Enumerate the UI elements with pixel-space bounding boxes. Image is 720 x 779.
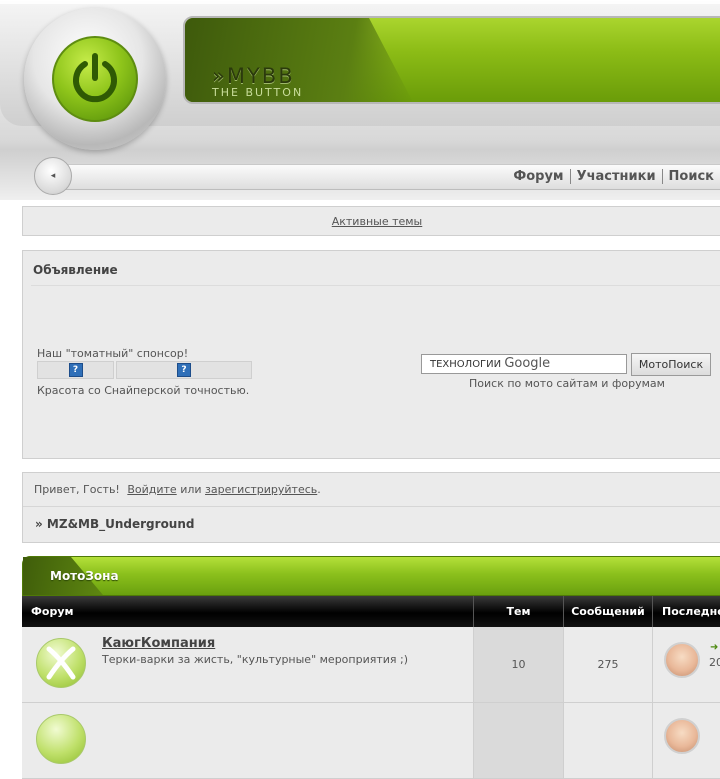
go-to-post-icon[interactable]: ➜	[710, 642, 718, 653]
column-forum: Форум	[22, 596, 474, 627]
category-title[interactable]: МотоЗона	[50, 569, 119, 583]
column-last-post: Последне	[662, 605, 720, 618]
last-post-cell: ➜ 20	[653, 627, 720, 702]
forum-name-link[interactable]: КаюгКомпания	[102, 636, 215, 651]
avatar[interactable]	[664, 642, 700, 678]
forum-cell: КаюгКомпания Терки-варки за жисть, "куль…	[22, 627, 474, 702]
forum-topics-count: 10	[474, 627, 564, 702]
table-row	[22, 703, 720, 779]
column-posts: Сообщений	[564, 596, 653, 627]
breadcrumb[interactable]: » MZ&MB_Underground	[35, 517, 195, 531]
register-link[interactable]: зарегистрируйтесь	[205, 483, 317, 496]
brand-banner: »MYBB THE BUTTON	[183, 16, 720, 104]
active-topics-link[interactable]: Активные темы	[332, 215, 423, 228]
end-period: .	[317, 483, 321, 496]
announcement-panel: Объявление Наш "томатный" спонсор! ? ? К…	[22, 250, 720, 459]
forum-posts-count: 275	[564, 627, 653, 702]
google-logo: Google	[504, 356, 551, 371]
sponsor-text: Наш "томатный" спонсор!	[37, 347, 189, 360]
power-icon[interactable]	[52, 36, 138, 122]
forum-status-icon	[36, 638, 86, 688]
nav-item-members[interactable]: Участники	[571, 169, 662, 184]
forum-posts-count	[564, 703, 653, 778]
forum-description: Терки-варки за жисть, "культурные" мероп…	[102, 653, 409, 666]
active-topics-panel: Активные темы	[22, 206, 720, 236]
brand-logo-title: »MYBB	[212, 64, 295, 88]
sponsor-banner-2[interactable]: ?	[116, 361, 252, 379]
announcement-divider	[31, 285, 720, 286]
moto-search-button[interactable]: МотоПоиск	[631, 353, 711, 376]
or-text: или	[180, 483, 202, 496]
column-topics: Тем	[474, 596, 564, 627]
last-post-date: 20	[709, 656, 720, 669]
avatar[interactable]	[664, 718, 700, 754]
moto-search-input[interactable]: ТЕХНОЛОГИИ Google	[421, 354, 627, 374]
welcome-panel: Привет, Гость! Войдите или зарегистрируй…	[22, 472, 720, 543]
brand-logo-subtitle: THE BUTTON	[212, 86, 304, 99]
search-input-value: ТЕХНОЛОГИИ	[430, 359, 502, 370]
power-symbol-icon	[73, 53, 117, 103]
missing-image-icon: ?	[177, 363, 191, 377]
x-emblem-icon	[46, 646, 76, 680]
sponsor-banner-1[interactable]: ?	[37, 361, 114, 379]
announcement-title: Объявление	[33, 263, 118, 277]
forum-cell	[22, 703, 474, 778]
forum-table-header: Форум Тем Сообщений Последне	[22, 596, 720, 627]
nav-knob-icon[interactable]: ◂	[34, 157, 72, 195]
search-caption: Поиск по мото сайтам и форумам	[469, 377, 665, 390]
sniper-text: Красота со Снайперской точностью.	[37, 384, 250, 397]
category-header: МотоЗона	[22, 556, 720, 596]
sponsor-banners: ? ?	[37, 361, 254, 379]
welcome-divider	[23, 506, 720, 507]
table-row: КаюгКомпания Терки-варки за жисть, "куль…	[22, 627, 720, 703]
site-header: »MYBB THE BUTTON ◂ Форум Участники Поиск	[0, 0, 720, 200]
nav-item-forum[interactable]: Форум	[507, 169, 569, 184]
forum-status-icon	[36, 714, 86, 764]
missing-image-icon: ?	[68, 363, 83, 377]
last-post-cell	[653, 703, 720, 778]
nav-item-search[interactable]: Поиск	[663, 169, 720, 184]
forum-topics-count	[474, 703, 564, 778]
nav-links: Форум Участники Поиск	[507, 165, 720, 187]
greeting-text: Привет, Гость!	[34, 483, 120, 496]
login-link[interactable]: Войдите	[127, 483, 176, 496]
welcome-line: Привет, Гость! Войдите или зарегистрируй…	[34, 483, 321, 496]
